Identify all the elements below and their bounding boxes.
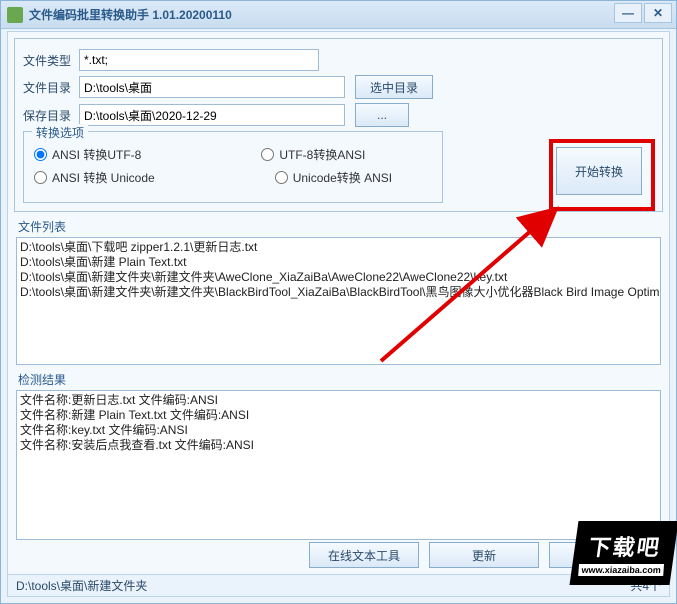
watermark-text: 下载吧 — [587, 530, 664, 562]
status-path: D:\tools\桌面\新建文件夹 — [16, 577, 147, 594]
file-type-label: 文件类型 — [23, 52, 79, 69]
list-item[interactable]: D:\tools\桌面\下载吧 zipper1.2.1\更新日志.txt — [20, 240, 657, 255]
detect-result-box[interactable]: 文件名称:更新日志.txt 文件编码:ANSI 文件名称:新建 Plain Te… — [16, 390, 661, 540]
file-type-input[interactable] — [79, 49, 319, 71]
start-convert-button[interactable]: 开始转换 — [556, 147, 642, 195]
radio-unicode-ansi[interactable]: Unicode转换 ANSI — [275, 169, 392, 186]
app-window: 文件编码批里转换助手 1.01.20200110 — ✕ 文件类型 文件目录 选… — [0, 0, 677, 604]
online-tool-button[interactable]: 在线文本工具 — [309, 542, 419, 568]
titlebar: 文件编码批里转换助手 1.01.20200110 — ✕ — [1, 1, 676, 29]
save-dir-label: 保存目录 — [23, 107, 79, 124]
radio-ansi-utf8[interactable]: ANSI 转换UTF-8 — [34, 146, 141, 163]
list-item: 文件名称:更新日志.txt 文件编码:ANSI — [20, 393, 657, 408]
list-item[interactable]: D:\tools\桌面\新建文件夹\新建文件夹\BlackBirdTool_Xi… — [20, 285, 657, 300]
file-list-label: 文件列表 — [18, 218, 669, 235]
update-button[interactable]: 更新 — [429, 542, 539, 568]
top-panel: 文件类型 文件目录 选中目录 保存目录 ... 转换选项 ANSI 转换UTF-… — [14, 38, 663, 212]
list-item: 文件名称:新建 Plain Text.txt 文件编码:ANSI — [20, 408, 657, 423]
convert-options-fieldset: 转换选项 ANSI 转换UTF-8 UTF-8转换ANSI ANSI 转换 Un… — [23, 131, 443, 203]
app-icon — [7, 7, 23, 23]
file-list-box[interactable]: D:\tools\桌面\下载吧 zipper1.2.1\更新日志.txt D:\… — [16, 237, 661, 365]
radio-label: ANSI 转换UTF-8 — [52, 146, 141, 163]
list-item: 文件名称:安装后点我查看.txt 文件编码:ANSI — [20, 438, 657, 453]
file-dir-input[interactable] — [79, 76, 345, 98]
radio-label: Unicode转换 ANSI — [293, 169, 392, 186]
radio-label: UTF-8转换ANSI — [279, 146, 365, 163]
radio-utf8-ansi[interactable]: UTF-8转换ANSI — [261, 146, 365, 163]
watermark: 下载吧 www.xiazaiba.com — [570, 521, 677, 585]
list-item[interactable]: D:\tools\桌面\新建文件夹\新建文件夹\AweClone_XiaZaiB… — [20, 270, 657, 285]
radio-label: ANSI 转换 Unicode — [52, 169, 155, 186]
file-dir-label: 文件目录 — [23, 79, 79, 96]
client-area: 文件类型 文件目录 选中目录 保存目录 ... 转换选项 ANSI 转换UTF-… — [7, 31, 670, 597]
watermark-url: www.xiazaiba.com — [579, 564, 665, 576]
list-item[interactable]: D:\tools\桌面\新建 Plain Text.txt — [20, 255, 657, 270]
close-button[interactable]: ✕ — [644, 3, 672, 23]
convert-options-legend: 转换选项 — [32, 124, 88, 141]
browse-button[interactable]: ... — [355, 103, 409, 127]
detect-result-label: 检测结果 — [18, 371, 669, 388]
radio-ansi-unicode[interactable]: ANSI 转换 Unicode — [34, 169, 155, 186]
window-title: 文件编码批里转换助手 1.01.20200110 — [29, 6, 232, 23]
minimize-button[interactable]: — — [614, 3, 642, 23]
save-dir-input[interactable] — [79, 104, 345, 126]
select-dir-button[interactable]: 选中目录 — [355, 75, 433, 99]
list-item: 文件名称:key.txt 文件编码:ANSI — [20, 423, 657, 438]
